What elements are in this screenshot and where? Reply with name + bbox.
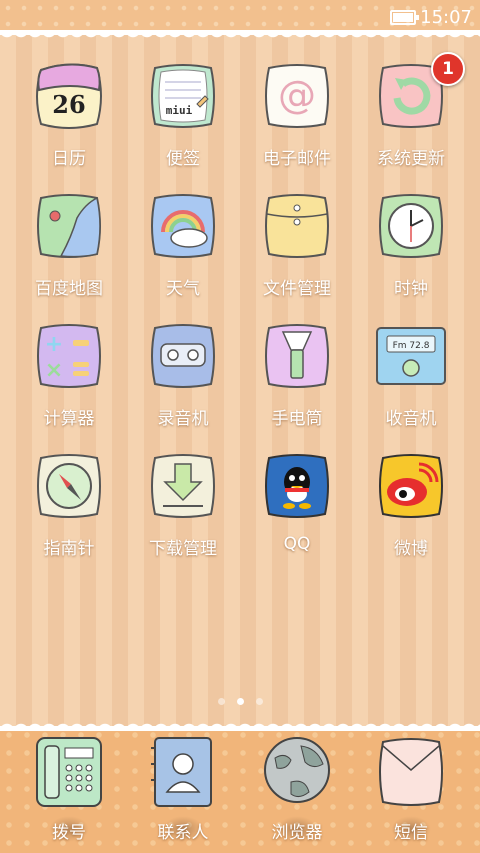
- radio-frequency: Fm 72.8: [393, 341, 430, 351]
- app-baidu-map[interactable]: 百度地图: [11, 188, 127, 308]
- page-dot[interactable]: [217, 698, 225, 705]
- dock-label: 联系人: [157, 823, 209, 843]
- folder-icon: [259, 188, 335, 264]
- notification-badge: 1: [431, 52, 465, 86]
- qq-icon: [259, 448, 335, 524]
- dock-messages[interactable]: 短信: [351, 734, 471, 850]
- lace-border-dock: [0, 717, 480, 731]
- app-calendar[interactable]: 26 日历: [11, 58, 127, 178]
- app-file-manager[interactable]: 文件管理: [239, 188, 355, 308]
- app-label: 计算器: [43, 409, 95, 429]
- dock-label: 短信: [394, 823, 428, 843]
- app-label: QQ: [283, 534, 311, 554]
- calendar-day: 26: [52, 90, 85, 119]
- dock-label: 拨号: [52, 823, 86, 843]
- dock-contacts[interactable]: 联系人: [123, 734, 243, 850]
- battery-icon: [390, 9, 420, 25]
- app-recorder[interactable]: 录音机: [125, 318, 241, 438]
- browser-icon: [261, 734, 333, 810]
- calendar-icon: 26: [31, 58, 107, 134]
- app-label: 录音机: [157, 409, 209, 429]
- svg-text:@: @: [278, 73, 316, 117]
- svg-text:+: +: [45, 332, 63, 357]
- page-dot-active[interactable]: [236, 698, 244, 705]
- weather-icon: [145, 188, 221, 264]
- contacts-icon: [147, 734, 219, 810]
- page-dot[interactable]: [255, 698, 263, 705]
- app-radio[interactable]: Fm 72.8 收音机: [353, 318, 469, 438]
- app-label: 下载管理: [149, 539, 217, 559]
- status-bar: 15:07: [0, 0, 480, 34]
- app-weather[interactable]: 天气: [125, 188, 241, 308]
- app-label: 百度地图: [35, 279, 103, 299]
- app-label: 系统更新: [377, 149, 445, 169]
- radio-icon: Fm 72.8: [373, 318, 449, 394]
- app-notes[interactable]: miui 便签: [125, 58, 241, 178]
- email-icon: @: [259, 58, 335, 134]
- clock-time: 15:07: [420, 6, 472, 28]
- app-clock[interactable]: 时钟: [353, 188, 469, 308]
- message-icon: [375, 734, 447, 810]
- app-system-update[interactable]: 1 系统更新: [353, 52, 469, 178]
- app-qq[interactable]: QQ: [239, 448, 355, 568]
- app-compass[interactable]: 指南针: [11, 448, 127, 568]
- dock-phone[interactable]: 拨号: [9, 734, 129, 850]
- app-label: 文件管理: [263, 279, 331, 299]
- page-indicator: [0, 698, 480, 705]
- app-download-manager[interactable]: 下载管理: [125, 448, 241, 568]
- app-email[interactable]: @ 电子邮件: [239, 58, 355, 178]
- app-flashlight[interactable]: 手电筒: [239, 318, 355, 438]
- map-icon: [31, 188, 107, 264]
- download-icon: [145, 448, 221, 524]
- weibo-icon: [373, 448, 449, 524]
- notes-icon: miui: [145, 58, 221, 134]
- app-label: 收音机: [385, 409, 437, 429]
- app-calculator[interactable]: + × 计算器: [11, 318, 127, 438]
- lace-border-top: [0, 30, 480, 44]
- app-label: 电子邮件: [263, 149, 331, 169]
- app-label: 天气: [166, 279, 200, 299]
- notes-brand: miui: [166, 104, 193, 117]
- flashlight-icon: [259, 318, 335, 394]
- dock-browser[interactable]: 浏览器: [237, 734, 357, 850]
- app-label: 便签: [166, 149, 200, 169]
- app-label: 手电筒: [271, 409, 323, 429]
- phone-icon: [33, 734, 105, 810]
- app-label: 时钟: [394, 279, 428, 299]
- status-right: 15:07: [390, 6, 472, 28]
- app-label: 微博: [394, 539, 428, 559]
- app-label: 指南针: [43, 539, 95, 559]
- compass-icon: [31, 448, 107, 524]
- app-weibo[interactable]: 微博: [353, 448, 469, 568]
- svg-text:×: ×: [45, 358, 63, 383]
- recorder-icon: [145, 318, 221, 394]
- clock-icon: [373, 188, 449, 264]
- app-label: 日历: [52, 149, 86, 169]
- calculator-icon: + ×: [31, 318, 107, 394]
- dock-label: 浏览器: [271, 823, 323, 843]
